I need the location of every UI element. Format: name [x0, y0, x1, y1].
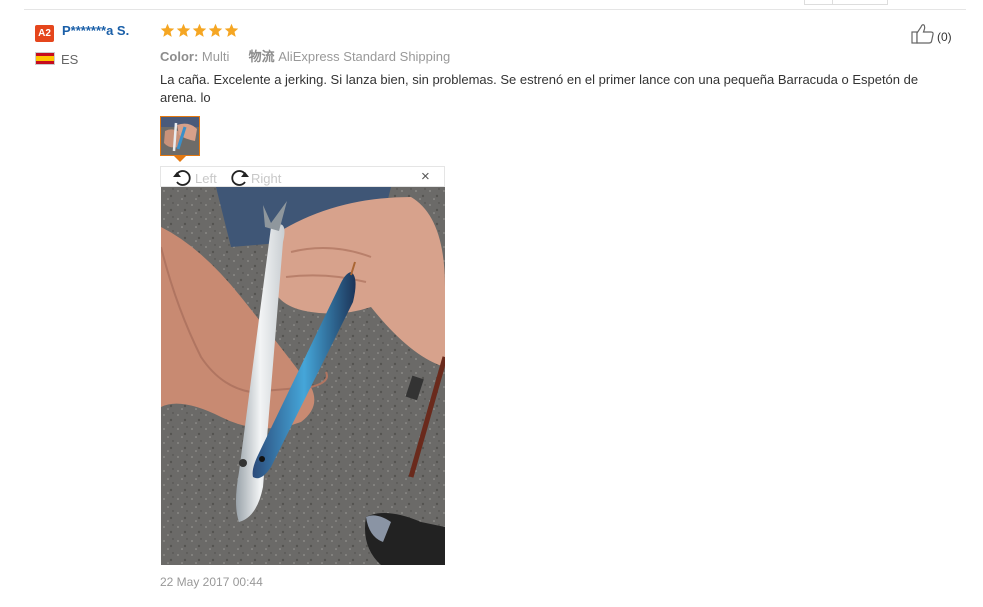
- rotate-right-label: Right: [251, 171, 282, 186]
- helpful-count: (0): [937, 29, 952, 44]
- thumbnail-pointer: [174, 156, 186, 162]
- rotate-left-button[interactable]: Left: [172, 168, 217, 189]
- order-info: Color: Multi 物流 AliExpress Standard Ship…: [160, 46, 450, 65]
- reviewer-country: ES: [61, 52, 79, 67]
- buyer-level-badge: A2: [35, 25, 54, 42]
- rotate-left-label: Left: [195, 171, 217, 186]
- star-rating: [160, 23, 239, 39]
- reviewer-name: P*******a S.: [62, 23, 130, 38]
- review-photo: [161, 187, 445, 565]
- pagination-stub: [804, 0, 888, 5]
- rotate-right-icon: [228, 168, 251, 189]
- review-text: La caña. Excelente a jerking. Si lanza b…: [160, 72, 919, 105]
- review-date: 22 May 2017 00:44: [160, 575, 263, 589]
- helpful-button[interactable]: (0): [911, 24, 952, 49]
- star-icon: [208, 23, 223, 37]
- star-icon: [224, 23, 239, 37]
- star-icon: [192, 23, 207, 37]
- star-icon: [176, 23, 191, 37]
- color-label: Color:: [160, 49, 199, 64]
- star-icon: [160, 23, 175, 37]
- close-viewer-button[interactable]: ×: [421, 169, 430, 185]
- rotate-right-button[interactable]: Right: [228, 168, 281, 189]
- color-value: Multi: [201, 49, 230, 64]
- rotate-left-icon: [172, 168, 195, 189]
- shipping-label: 物流: [248, 49, 275, 64]
- thumbs-up-icon: [911, 24, 935, 49]
- divider: [24, 9, 966, 10]
- shipping-value: AliExpress Standard Shipping: [278, 49, 451, 64]
- review-photo-thumbnail[interactable]: [160, 116, 200, 156]
- spain-flag-icon: [35, 52, 55, 65]
- photo-viewer-toolbar: Left Right ×: [160, 166, 445, 187]
